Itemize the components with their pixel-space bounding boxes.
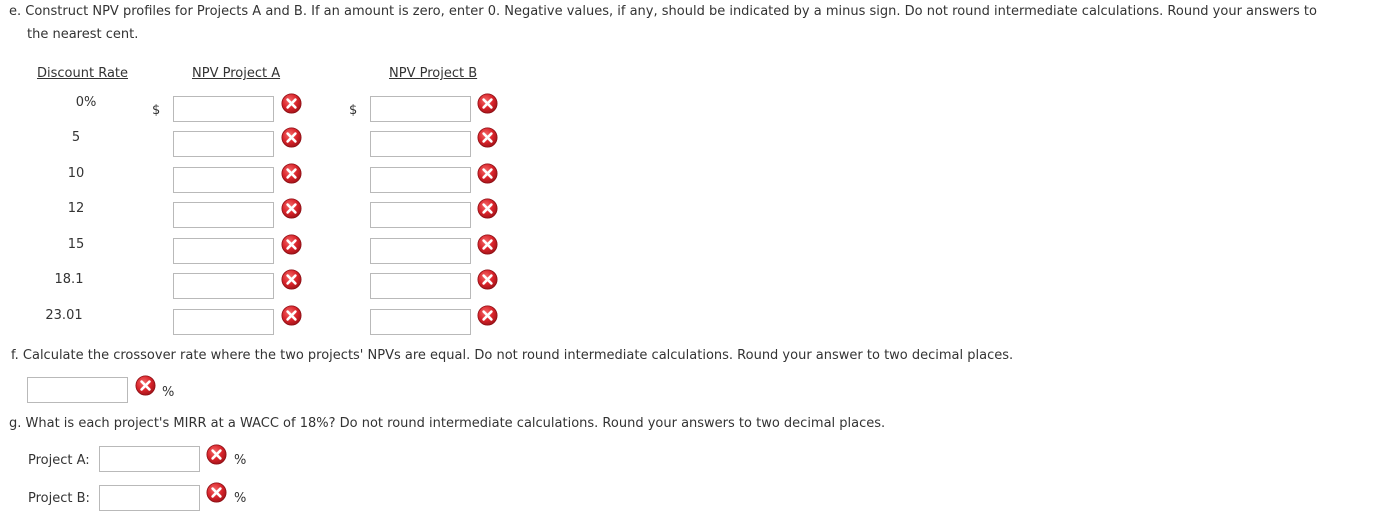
wrong-answer-icon [477, 93, 498, 114]
mirr-project-b-input[interactable] [99, 485, 200, 511]
rate-cell: 15 [67, 237, 85, 252]
npv-b-input-row-5[interactable] [370, 238, 471, 264]
mirr-project-a-input[interactable] [99, 446, 200, 472]
npv-b-input-row-2[interactable] [370, 131, 471, 157]
wrong-answer-icon [281, 163, 302, 184]
wrong-answer-icon [477, 127, 498, 148]
wrong-answer-icon [281, 269, 302, 290]
percent-unit: % [234, 491, 247, 506]
percent-unit: % [234, 453, 247, 468]
currency-symbol-b: $ [349, 103, 358, 118]
wrong-answer-icon [206, 444, 227, 465]
npv-a-input-row-2[interactable] [173, 131, 274, 157]
npv-b-input-row-6[interactable] [370, 273, 471, 299]
header-npv-project-a: NPV Project A [192, 66, 281, 81]
project-b-label: Project B: [28, 491, 90, 506]
crossover-rate-input[interactable] [27, 377, 128, 403]
wrong-answer-icon [281, 127, 302, 148]
part-g-prompt: g. What is each project's MIRR at a WACC… [9, 416, 886, 431]
rate-cell: 23.01 [45, 308, 83, 323]
npv-b-input-row-1[interactable] [370, 96, 471, 122]
wrong-answer-icon [477, 163, 498, 184]
currency-symbol-a: $ [152, 103, 161, 118]
wrong-answer-icon [477, 269, 498, 290]
rate-cell: 12 [67, 201, 85, 216]
npv-a-input-row-5[interactable] [173, 238, 274, 264]
npv-b-input-row-4[interactable] [370, 202, 471, 228]
wrong-answer-icon [281, 93, 302, 114]
rate-cell: 5 [71, 130, 81, 145]
wrong-answer-icon [135, 375, 156, 396]
npv-b-input-row-7[interactable] [370, 309, 471, 335]
part-e-prompt-line2: the nearest cent. [27, 27, 139, 42]
header-npv-project-b: NPV Project B [389, 66, 478, 81]
project-a-label: Project A: [28, 453, 90, 468]
wrong-answer-icon [477, 198, 498, 219]
npv-a-input-row-3[interactable] [173, 167, 274, 193]
wrong-answer-icon [477, 234, 498, 255]
wrong-answer-icon [281, 198, 302, 219]
part-f-prompt: f. Calculate the crossover rate where th… [11, 348, 1014, 363]
wrong-answer-icon [281, 234, 302, 255]
wrong-answer-icon [206, 482, 227, 503]
npv-a-input-row-1[interactable] [173, 96, 274, 122]
npv-b-input-row-3[interactable] [370, 167, 471, 193]
part-e-prompt-line1: e. Construct NPV profiles for Projects A… [9, 4, 1317, 19]
wrong-answer-icon [477, 305, 498, 326]
wrong-answer-icon [281, 305, 302, 326]
rate-cell: 0% [75, 95, 97, 110]
percent-unit: % [162, 385, 175, 400]
npv-a-input-row-6[interactable] [173, 273, 274, 299]
npv-a-input-row-7[interactable] [173, 309, 274, 335]
rate-cell: 10 [67, 166, 85, 181]
header-discount-rate: Discount Rate [37, 66, 129, 81]
npv-a-input-row-4[interactable] [173, 202, 274, 228]
rate-cell: 18.1 [54, 272, 84, 287]
